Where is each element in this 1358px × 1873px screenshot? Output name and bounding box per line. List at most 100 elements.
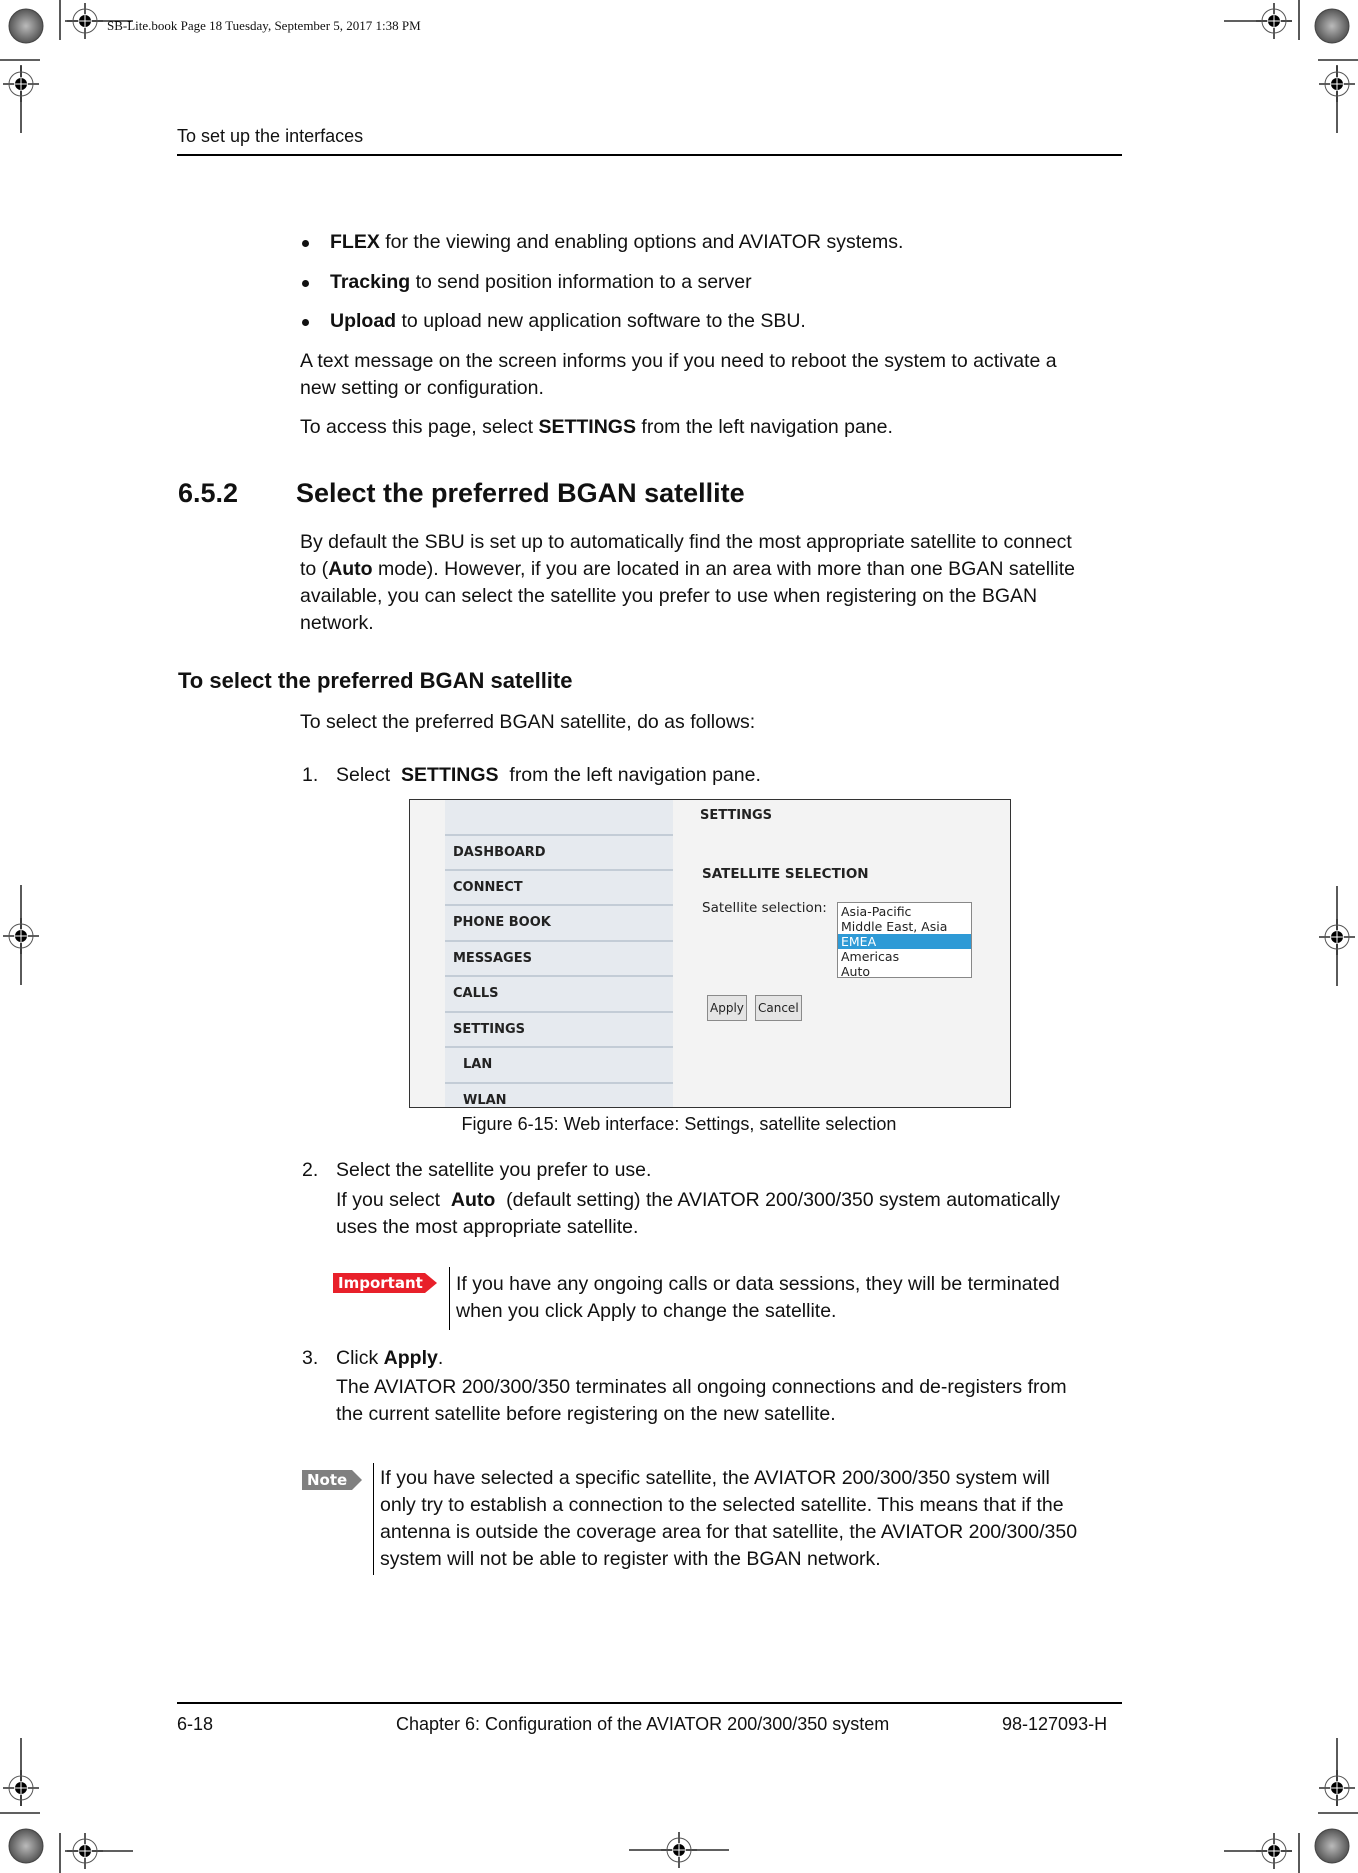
registration-mark-icon <box>1318 1769 1356 1807</box>
nav-item-wlan[interactable]: WLAN <box>445 1082 673 1107</box>
note-text-line: system will not be able to register with… <box>380 1548 881 1570</box>
header-rule <box>177 154 1122 156</box>
text: from the left navigation pane. <box>498 764 761 786</box>
step-2-line: If you select Auto (default setting) the… <box>336 1187 1060 1214</box>
access-paragraph: To access this page, select SETTINGS fro… <box>300 414 893 441</box>
bullet-term: Tracking <box>330 271 411 293</box>
nav-item-calls[interactable]: CALLS <box>445 975 673 1010</box>
nav-item-settings[interactable]: SETTINGS <box>445 1011 673 1046</box>
step-2-line: Select the satellite you prefer to use. <box>336 1159 652 1181</box>
registration-mark-icon <box>2 1769 40 1807</box>
nav-item-connect[interactable]: CONNECT <box>445 869 673 904</box>
bullet-term: FLEX <box>330 231 380 253</box>
procedure-heading: To select the preferred BGAN satellite <box>178 668 573 693</box>
ui-term: Auto <box>328 558 373 580</box>
ui-term: Apply <box>383 1347 438 1369</box>
nav-item-dashboard[interactable]: DASHBOARD <box>445 834 673 869</box>
procedure-intro: To select the preferred BGAN satellite, … <box>300 711 756 733</box>
important-text-line: when you click Apply to change the satel… <box>456 1300 837 1322</box>
registration-mark-icon <box>2 917 40 955</box>
bullet-text: for the viewing and enabling options and… <box>379 231 904 253</box>
step-number: 1. <box>302 764 319 786</box>
text: (default setting) the AVIATOR 200/300/35… <box>495 1189 1061 1211</box>
bullet-icon <box>302 319 309 326</box>
important-badge: Important <box>333 1273 437 1293</box>
ui-term: SETTINGS <box>401 764 499 786</box>
section-title: Select the preferred BGAN satellite <box>296 478 745 508</box>
bullet-term: Upload <box>330 310 397 332</box>
ui-term: SETTINGS <box>538 416 636 438</box>
page-number: 6-18 <box>177 1714 214 1734</box>
registration-mark-icon <box>1255 2 1293 40</box>
starburst-icon <box>8 1828 44 1864</box>
settings-page-title: SETTINGS <box>700 808 773 823</box>
footer-rule <box>177 1702 1122 1704</box>
print-slug: SB-Lite.book Page 18 Tuesday, September … <box>107 18 421 33</box>
option-middle-east-asia[interactable]: Middle East, Asia <box>838 919 971 934</box>
cancel-button[interactable]: Cancel <box>755 995 802 1021</box>
callout-rule <box>373 1463 374 1575</box>
option-asia-pacific[interactable]: Asia-Pacific <box>838 904 971 919</box>
section-body-line: network. <box>300 612 374 634</box>
figure-caption: Figure 6-15: Web interface: Settings, sa… <box>461 1114 897 1134</box>
note-badge: Note <box>302 1470 362 1490</box>
web-interface-screenshot: DASHBOARD CONNECT PHONE BOOK MESSAGES CA… <box>409 799 1011 1108</box>
registration-mark-icon <box>660 1831 698 1869</box>
satellite-selection-label: Satellite selection: <box>702 900 827 916</box>
text: Click <box>336 1347 384 1369</box>
satellite-selection-listbox[interactable]: Asia-Pacific Middle East, Asia EMEA Amer… <box>837 902 972 979</box>
registration-mark-icon <box>66 1832 104 1870</box>
reboot-paragraph-line: new setting or configuration. <box>300 377 544 399</box>
registration-mark-icon <box>1255 1832 1293 1870</box>
note-text-line: only try to establish a connection to th… <box>380 1494 1064 1516</box>
text: . <box>437 1347 444 1369</box>
bullet-icon <box>302 280 309 287</box>
option-auto[interactable]: Auto <box>838 964 971 979</box>
note-text-line: If you have selected a specific satellit… <box>380 1467 1050 1489</box>
nav-item-phone-book[interactable]: PHONE BOOK <box>445 904 673 939</box>
section-body-line: available, you can select the satellite … <box>300 585 1038 607</box>
bullet-text: to upload new application software to th… <box>396 310 806 332</box>
section-body-line: to (Auto mode). However, if you are loca… <box>300 556 1075 583</box>
nav-item-lan[interactable]: LAN <box>445 1046 673 1081</box>
starburst-icon <box>1314 1828 1350 1864</box>
apply-button[interactable]: Apply <box>707 995 747 1021</box>
step-number: 3. <box>302 1347 319 1369</box>
note-text-line: antenna is outside the coverage area for… <box>380 1521 1078 1543</box>
bullet-icon <box>302 240 309 247</box>
registration-mark-icon <box>66 2 104 40</box>
chapter-title: Chapter 6: Configuration of the AVIATOR … <box>396 1714 890 1734</box>
registration-mark-icon <box>2 65 40 103</box>
document-number: 98-127093-H <box>1002 1714 1108 1734</box>
text: to ( <box>300 558 329 580</box>
step-3-line: The AVIATOR 200/300/350 terminates all o… <box>336 1376 1067 1398</box>
left-navigation-pane: DASHBOARD CONNECT PHONE BOOK MESSAGES CA… <box>445 800 673 1107</box>
text: mode). However, if you are located in an… <box>372 558 1075 580</box>
bullet-text: to send position information to a server <box>410 271 752 293</box>
important-text-line: If you have any ongoing calls or data se… <box>456 1273 1060 1295</box>
step-3-line: Click Apply. <box>336 1345 443 1372</box>
satellite-selection-heading: SATELLITE SELECTION <box>702 866 869 882</box>
reboot-paragraph-line: A text message on the screen informs you… <box>300 350 1057 372</box>
text: from the left navigation pane. <box>635 416 893 438</box>
step-3-line: the current satellite before registering… <box>336 1403 836 1425</box>
starburst-icon <box>8 8 44 44</box>
step-2-line: uses the most appropriate satellite. <box>336 1216 639 1238</box>
option-americas[interactable]: Americas <box>838 949 971 964</box>
option-emea-selected[interactable]: EMEA <box>838 934 971 949</box>
bullet-item: Upload to upload new application softwar… <box>330 308 806 335</box>
registration-mark-icon <box>1318 65 1356 103</box>
callout-rule <box>449 1267 450 1330</box>
bullet-item: Tracking to send position information to… <box>330 269 752 296</box>
registration-mark-icon <box>1318 918 1356 956</box>
running-head: To set up the interfaces <box>177 126 364 146</box>
nav-item-messages[interactable]: MESSAGES <box>445 940 673 975</box>
section-number: 6.5.2 <box>178 478 239 508</box>
text: Select <box>336 764 402 786</box>
section-body-line: By default the SBU is set up to automati… <box>300 531 1072 553</box>
text: To access this page, select <box>300 416 539 438</box>
text: If you select <box>336 1189 451 1211</box>
ui-term: Auto <box>450 1189 496 1211</box>
starburst-icon <box>1314 8 1350 44</box>
step-number: 2. <box>302 1159 319 1181</box>
